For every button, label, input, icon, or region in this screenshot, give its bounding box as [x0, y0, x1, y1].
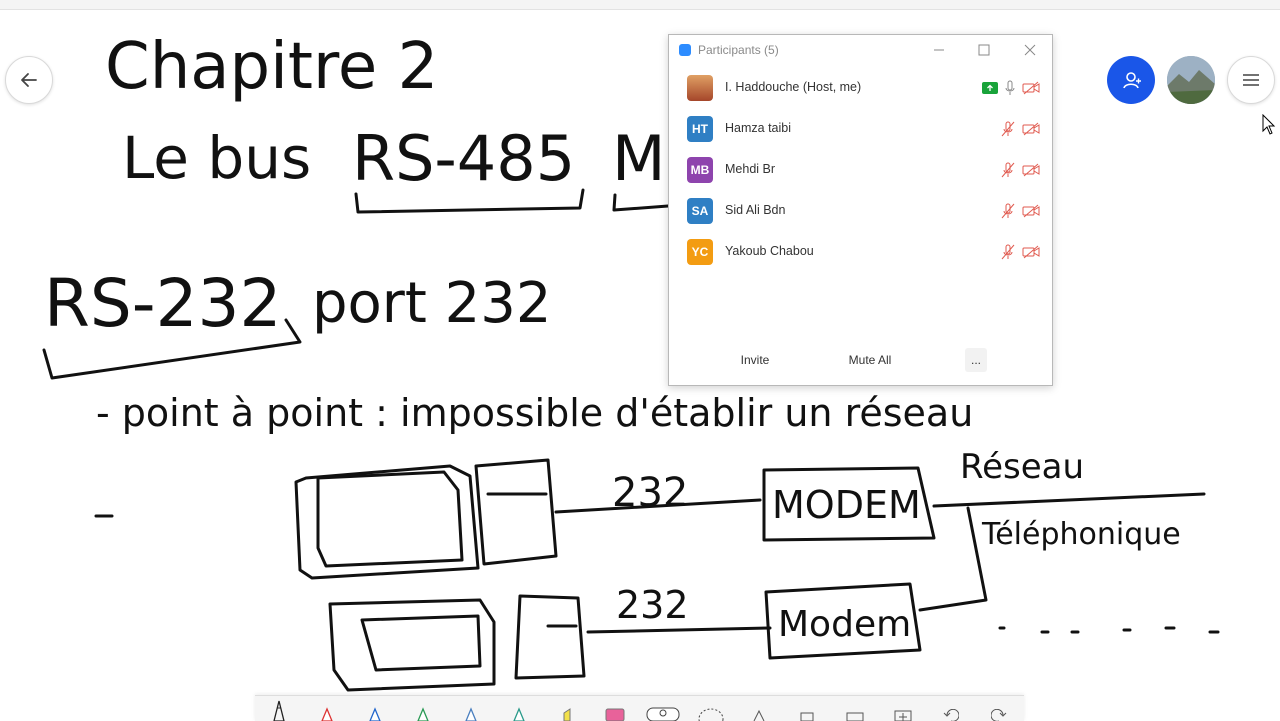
computer-2-screen	[360, 614, 482, 672]
dotted-circle-icon	[698, 708, 724, 721]
invite-button[interactable]: Invite	[733, 348, 777, 372]
panel-title-bar[interactable]: Participants (5)	[669, 35, 1052, 65]
pen-tool-light-blue[interactable]	[447, 696, 495, 721]
zoom-app-icon	[679, 44, 691, 56]
mouse-cursor-icon	[1262, 114, 1276, 135]
avatar: SA	[687, 198, 713, 224]
modem-1-label: MODEM	[772, 483, 921, 527]
text-icon	[753, 709, 765, 721]
computer-2-monitor	[328, 598, 496, 692]
undo-tool[interactable]	[927, 696, 975, 721]
mute-all-button[interactable]: Mute All	[841, 348, 899, 372]
participant-row[interactable]: MB Mehdi Br	[669, 150, 1052, 190]
highlighter-tool[interactable]	[543, 696, 591, 721]
lasso-tool[interactable]	[639, 696, 687, 721]
whiteboard-title: Chapitre 2	[105, 30, 438, 104]
pen-icon	[369, 707, 381, 721]
back-button[interactable]	[5, 56, 53, 104]
add-icon	[894, 710, 912, 721]
whiteboard-port: port 232	[312, 271, 551, 336]
minimize-icon[interactable]	[931, 42, 947, 58]
whiteboard-subtitle-prefix: Le bus	[122, 124, 311, 192]
shape-tool[interactable]	[783, 696, 831, 721]
add-user-icon	[1123, 72, 1141, 89]
pen-icon	[465, 707, 477, 721]
whiteboard-subtitle-next: M	[612, 122, 666, 195]
whiteboard-subtitle-bus: RS-485	[352, 122, 575, 195]
pen-icon	[513, 707, 525, 721]
text-tool[interactable]	[735, 696, 783, 721]
dashed-continuation	[998, 626, 1220, 634]
image-tool[interactable]	[831, 696, 879, 721]
add-page-tool[interactable]	[879, 696, 927, 721]
participants-panel[interactable]: Participants (5) I. Haddouche (Host, me)…	[668, 34, 1053, 386]
participant-row[interactable]: SA Sid Ali Bdn	[669, 191, 1052, 231]
whiteboard-toolbar[interactable]	[255, 695, 1024, 721]
maximize-icon[interactable]	[976, 42, 992, 58]
eraser-icon	[605, 708, 625, 721]
network-label-1: Réseau	[960, 447, 1084, 487]
landscape-photo-icon	[1167, 56, 1215, 104]
more-options-button[interactable]: ...	[965, 348, 987, 372]
participant-name: Hamza taibi	[725, 121, 791, 135]
video-off-icon[interactable]	[1022, 204, 1040, 218]
eraser-tool[interactable]	[591, 696, 639, 721]
participant-name: Yakoub Chabou	[725, 244, 814, 258]
microphone-muted-icon[interactable]	[1000, 121, 1016, 137]
arrow-left-icon	[21, 73, 37, 87]
share-screen-icon	[982, 82, 998, 94]
redo-tool[interactable]	[975, 696, 1023, 721]
participant-name: Sid Ali Bdn	[725, 203, 786, 217]
network-label-2: Téléphonique	[981, 517, 1181, 552]
highlighter-icon	[563, 708, 571, 721]
microphone-muted-icon[interactable]	[1000, 162, 1016, 178]
cable-2	[586, 626, 772, 634]
avatar: MB	[687, 157, 713, 183]
pen-tool-green[interactable]	[399, 696, 447, 721]
network-line	[932, 492, 1206, 508]
computer-1-screen	[316, 470, 464, 568]
pen-icon	[417, 707, 429, 721]
microphone-muted-icon[interactable]	[1000, 203, 1016, 219]
pen-icon	[273, 700, 285, 721]
dotted-circle-tool[interactable]	[687, 696, 735, 721]
pen-tool-black[interactable]	[255, 696, 303, 721]
close-icon[interactable]	[1022, 42, 1038, 58]
avatar: YC	[687, 239, 713, 265]
video-off-icon[interactable]	[1022, 122, 1040, 136]
pen-icon	[321, 707, 333, 721]
microphone-muted-icon[interactable]	[1000, 244, 1016, 260]
participant-row[interactable]: YC Yakoub Chabou	[669, 232, 1052, 272]
whiteboard-bullet: - point à point : impossible d'établir u…	[96, 391, 973, 435]
microphone-icon[interactable]	[1004, 80, 1016, 96]
video-off-icon[interactable]	[1022, 81, 1040, 95]
lasso-select-icon	[646, 707, 680, 721]
pen-tool-teal[interactable]	[495, 696, 543, 721]
avatar: HT	[687, 116, 713, 142]
pen-tool-red[interactable]	[303, 696, 351, 721]
cable-label-2: 232	[616, 583, 689, 627]
menu-button[interactable]	[1227, 56, 1275, 104]
cable-label-1: 232	[612, 470, 688, 516]
participant-name: Mehdi Br	[725, 162, 776, 176]
modem-2-label: Modem	[778, 604, 911, 645]
whiteboard-rs232: RS-232	[44, 265, 282, 342]
underline-m	[612, 193, 670, 212]
participant-row[interactable]: HT Hamza taibi	[669, 109, 1052, 149]
pen-tool-blue[interactable]	[351, 696, 399, 721]
avatar	[687, 75, 713, 101]
video-off-icon[interactable]	[1022, 163, 1040, 177]
undo-icon	[943, 709, 959, 721]
redo-icon	[991, 709, 1007, 721]
computer-1-tower	[474, 458, 558, 566]
video-off-icon[interactable]	[1022, 245, 1040, 259]
hamburger-icon	[1243, 74, 1259, 86]
participant-name: I. Haddouche (Host, me)	[725, 80, 862, 94]
panel-title: Participants (5)	[698, 43, 779, 57]
user-avatar-photo[interactable]	[1167, 56, 1215, 104]
participant-row[interactable]: I. Haddouche (Host, me)	[669, 68, 1052, 108]
whiteboard-canvas: Chapitre 2 Le bus RS-485 M RS-232 port 2…	[42, 30, 1220, 692]
participants-button[interactable]	[1107, 56, 1155, 104]
computer-2-tower	[514, 594, 586, 680]
